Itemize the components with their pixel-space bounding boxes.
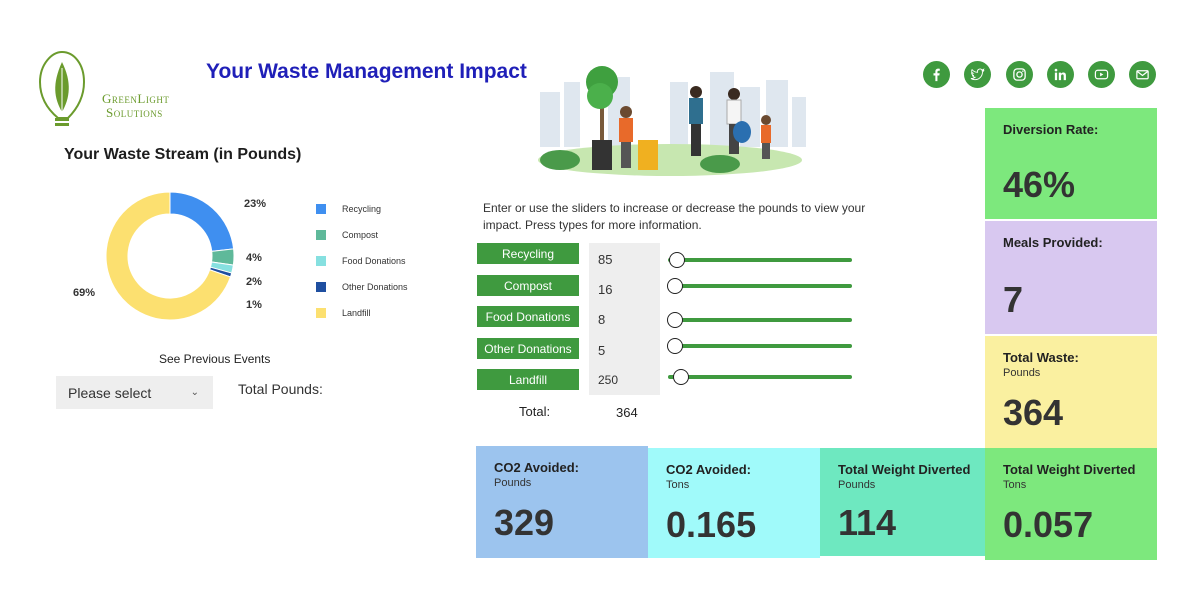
recycling-type-button[interactable]: Recycling (477, 243, 579, 264)
card-subtitle: Pounds (1003, 367, 1041, 379)
greenlight-logo: GreenLight Solutions (36, 48, 176, 130)
select-value: Please select (68, 384, 152, 401)
logo-line1: GreenLight (102, 91, 170, 106)
compost-slider[interactable] (664, 278, 854, 294)
co2-avoided-tons-card: CO2 Avoided: Tons 0.165 (648, 448, 820, 558)
recycling-value-input[interactable]: 85 (598, 252, 612, 267)
food-donations-type-button[interactable]: Food Donations (477, 306, 579, 327)
recycling-slider[interactable] (664, 252, 854, 268)
chart-legend: Recycling Compost Food Donations Other Dona… (316, 196, 408, 326)
slider-track (668, 258, 852, 262)
facebook-icon[interactable] (923, 61, 950, 88)
legend-swatch (316, 230, 326, 240)
instagram-icon[interactable] (1006, 61, 1033, 88)
legend-label: Other Donations (342, 282, 408, 292)
page-title: Your Waste Management Impact (206, 60, 527, 83)
card-subtitle: Pounds (494, 477, 532, 489)
card-title: CO2 Avoided: (666, 462, 751, 477)
slider-thumb[interactable] (672, 369, 689, 385)
card-title: Meals Provided: (1003, 235, 1103, 250)
legend-item: Food Donations (316, 248, 408, 274)
card-title: CO2 Avoided: (494, 460, 579, 475)
co2-avoided-pounds-card: CO2 Avoided: Pounds 329 (476, 446, 648, 558)
volunteers-cleanup-illustration (530, 52, 810, 182)
co2-avoided-pounds-value: 329 (494, 502, 555, 543)
weight-diverted-tons-value: 0.057 (1003, 504, 1094, 545)
donut-slice-recycling[interactable] (169, 191, 235, 252)
landfill-type-button[interactable]: Landfill (477, 369, 579, 390)
total-value: 364 (616, 405, 638, 420)
legend-item: Landfill (316, 300, 408, 326)
youtube-icon[interactable] (1088, 61, 1115, 88)
slider-thumb[interactable] (667, 278, 684, 294)
chart-title: Your Waste Stream (in Pounds) (64, 146, 302, 163)
donut-svg (105, 191, 235, 321)
card-title: Total Weight Diverted (1003, 462, 1136, 477)
logo-line2: Solutions (106, 105, 163, 120)
previous-events-label: See Previous Events (159, 352, 271, 366)
legend-swatch (316, 308, 326, 318)
lightbulb-leaf-icon (38, 50, 86, 126)
total-pounds-label: Total Pounds: (238, 381, 323, 397)
legend-swatch (316, 204, 326, 214)
email-icon[interactable] (1129, 61, 1156, 88)
legend-label: Food Donations (342, 256, 406, 266)
legend-label: Compost (342, 230, 379, 240)
diversion-rate-card: Diversion Rate: 46% (985, 108, 1157, 219)
weight-diverted-tons-card: Total Weight Diverted Tons 0.057 (985, 448, 1157, 560)
percent-label: 2% (246, 276, 262, 288)
other-donations-slider[interactable] (664, 338, 854, 354)
landfill-slider[interactable] (664, 369, 854, 385)
legend-label: Recycling (342, 204, 382, 214)
co2-avoided-tons-value: 0.165 (666, 504, 757, 545)
food-donations-value-input[interactable]: 8 (598, 312, 605, 327)
legend-item: Compost (316, 222, 408, 248)
percent-label: 1% (246, 299, 262, 311)
meals-provided-value: 7 (1003, 279, 1024, 320)
twitter-icon[interactable] (964, 61, 991, 88)
percent-label: 23% (244, 198, 267, 210)
waste-stream-donut-chart: 23% 4% 2% 1% 69% (73, 186, 310, 326)
weight-diverted-pounds-value: 114 (838, 502, 897, 543)
legend-swatch (316, 282, 326, 292)
slider-track (668, 318, 852, 322)
percent-label: 69% (73, 287, 96, 299)
weight-diverted-pounds-card: Total Weight Diverted Pounds 114 (820, 448, 992, 556)
total-waste-value: 364 (1003, 392, 1064, 433)
compost-type-button[interactable]: Compost (477, 275, 579, 296)
other-donations-value-input[interactable]: 5 (598, 343, 605, 358)
percent-label: 4% (246, 252, 262, 264)
linkedin-icon[interactable] (1047, 61, 1074, 88)
meals-provided-card: Meals Provided: 7 (985, 221, 1157, 334)
total-waste-card: Total Waste: Pounds 364 (985, 336, 1157, 448)
chevron-down-icon: ⌄ (190, 387, 199, 398)
previous-events-select[interactable]: Please select ⌄ (56, 376, 213, 409)
slider-thumb[interactable] (667, 312, 684, 328)
slider-track (668, 344, 852, 348)
compost-value-input[interactable]: 16 (598, 282, 612, 297)
card-title: Diversion Rate: (1003, 122, 1099, 137)
card-title: Total Waste: (1003, 350, 1079, 365)
slider-thumb[interactable] (667, 338, 684, 354)
slider-track (668, 375, 852, 379)
instructions-text: Enter or use the sliders to increase or … (483, 201, 866, 232)
card-title: Total Weight Diverted (838, 462, 971, 477)
legend-item: Other Donations (316, 274, 408, 300)
landfill-value-input[interactable]: 250 (598, 373, 618, 387)
diversion-rate-value: 46% (1003, 164, 1076, 205)
legend-item: Recycling (316, 196, 408, 222)
other-donations-type-button[interactable]: Other Donations (477, 338, 579, 359)
card-subtitle: Pounds (838, 479, 876, 491)
legend-label: Landfill (342, 308, 371, 318)
slider-thumb[interactable] (669, 252, 686, 268)
slider-track (668, 284, 852, 288)
total-label: Total: (519, 404, 551, 419)
card-subtitle: Tons (666, 479, 690, 491)
card-subtitle: Tons (1003, 479, 1027, 491)
food-donations-slider[interactable] (664, 312, 854, 328)
legend-swatch (316, 256, 326, 266)
